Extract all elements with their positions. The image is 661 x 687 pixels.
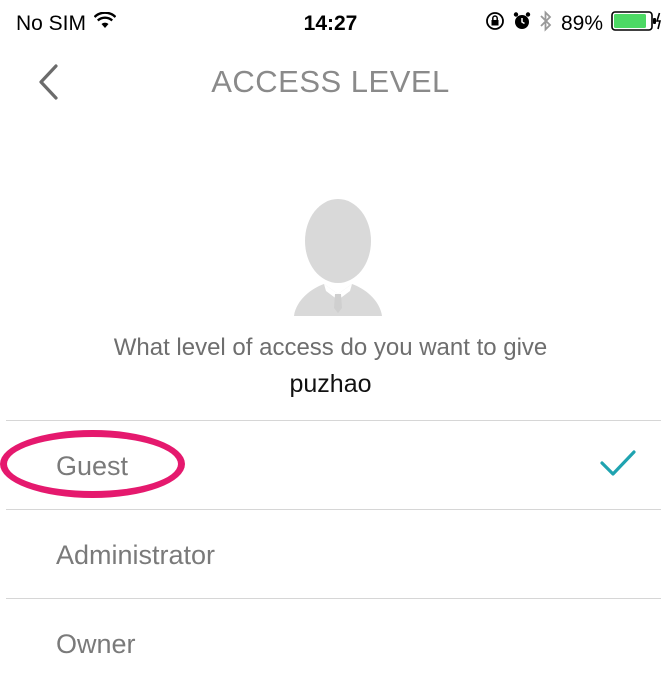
username: puzhao bbox=[289, 370, 372, 398]
rotation-lock-icon bbox=[485, 11, 505, 37]
page-title: ACCESS LEVEL bbox=[211, 64, 450, 99]
status-right: 89% bbox=[485, 10, 661, 38]
battery-icon bbox=[611, 10, 661, 38]
bluetooth-icon bbox=[539, 10, 553, 38]
option-label-administrator: Administrator bbox=[56, 540, 216, 570]
option-label-owner: Owner bbox=[56, 629, 136, 659]
battery-percent: 89% bbox=[560, 12, 603, 35]
option-label-guest: Guest bbox=[56, 451, 129, 481]
avatar bbox=[290, 196, 386, 318]
status-bar: No SIM 14:27 89% bbox=[0, 0, 661, 48]
option-administrator[interactable]: Administrator bbox=[0, 510, 661, 598]
nav-bar: ACCESS LEVEL bbox=[0, 50, 661, 114]
option-owner[interactable]: Owner bbox=[0, 599, 661, 687]
user-silhouette-icon bbox=[294, 199, 382, 316]
access-level-list: Guest Administrator Owner bbox=[0, 420, 661, 687]
access-question: What level of access do you want to give bbox=[113, 334, 548, 361]
checkmark-icon bbox=[600, 450, 636, 476]
alarm-icon bbox=[513, 11, 531, 37]
option-guest[interactable]: Guest bbox=[0, 421, 661, 509]
